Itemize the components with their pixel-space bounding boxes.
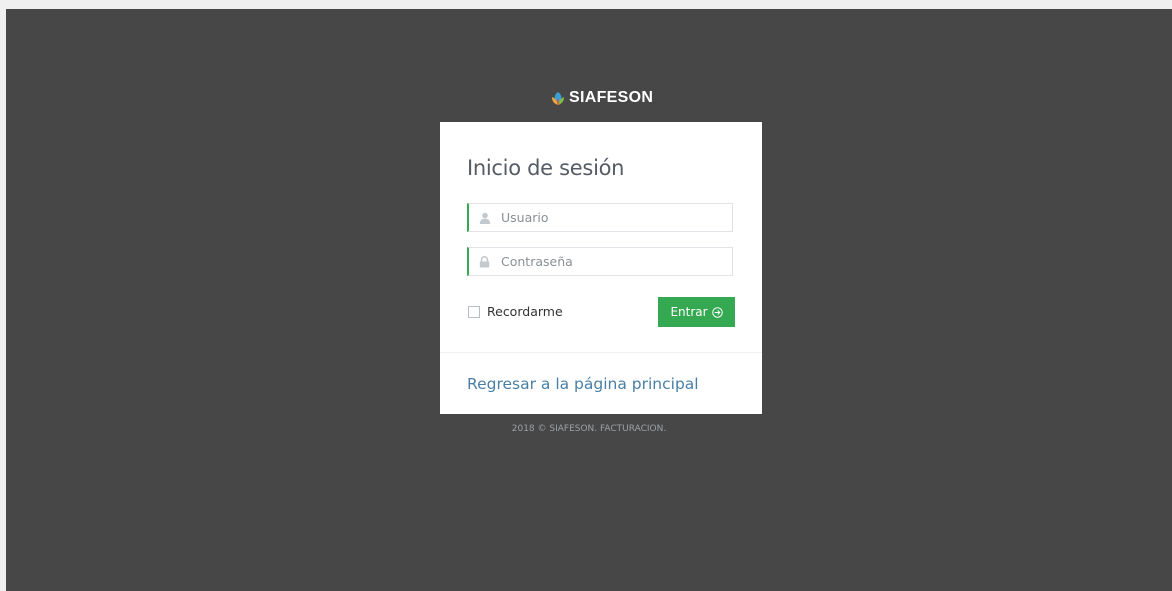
remember-checkbox[interactable] <box>468 305 480 318</box>
submit-button-label: Entrar <box>670 305 708 319</box>
lock-icon <box>479 255 493 268</box>
back-to-home-link[interactable]: Regresar a la página principal <box>467 375 699 393</box>
login-card: Inicio de sesión Recordarme <box>440 122 762 414</box>
leaf-logo-icon <box>552 91 564 105</box>
circle-arrow-right-icon <box>711 306 723 318</box>
remember-me[interactable]: Recordarme <box>468 304 563 319</box>
username-input[interactable] <box>499 209 723 226</box>
submit-button[interactable]: Entrar <box>658 297 735 327</box>
user-icon <box>479 212 493 224</box>
card-divider <box>440 352 762 353</box>
login-page: SIAFESON Inicio de sesión Usuario Record… <box>6 9 1172 591</box>
footer-copyright: 2018 © SIAFESON. FACTURACION. <box>511 424 667 434</box>
login-title: Inicio de sesión <box>467 156 625 180</box>
password-field[interactable] <box>467 247 733 276</box>
password-input[interactable] <box>499 253 723 270</box>
username-field[interactable] <box>467 203 733 232</box>
remember-label[interactable]: Recordarme <box>487 304 563 319</box>
brand-name: SIAFESON <box>569 89 654 106</box>
brand-logo: SIAFESON <box>550 88 653 108</box>
